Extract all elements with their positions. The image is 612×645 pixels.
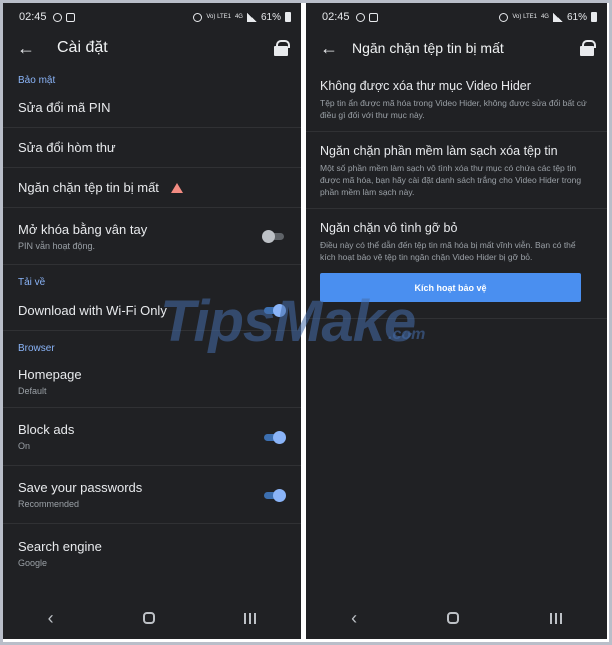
settings-item-sub: PIN vẫn hoạt động. [18,240,96,251]
info-block-uninstall: Ngăn chặn vô tình gỡ bỏ Điều này có thể … [306,209,607,319]
settings-item-pin[interactable]: Sửa đổi mã PIN [3,88,301,128]
info-heading: Không được xóa thư mục Video Hider [320,79,531,93]
gallery-icon [65,12,75,22]
app-bar: ← Ngăn chặn tệp tin bị mất [306,31,607,65]
battery-icon [591,12,597,22]
fingerprint-toggle[interactable] [262,229,286,243]
settings-item-label: Homepage [18,367,82,382]
app-bar: ← Cài đặt [3,31,301,65]
info-heading: Ngăn chặn vô tình gỡ bỏ [320,221,458,235]
info-description: Điều này có thể dẫn đến tệp tin mã hóa b… [320,240,576,262]
info-heading: Ngăn chặn phần mềm làm sạch xóa tệp tin [320,144,558,158]
settings-item-sub: Google [18,557,48,568]
settings-item-fingerprint[interactable]: Mở khóa bằng vân tay PIN vẫn hoạt động. [3,208,301,264]
nav-home-icon[interactable] [142,612,155,624]
settings-item-sub: Default [18,386,47,396]
settings-item-prevent-loss[interactable]: Ngăn chặn tệp tin bị mất [3,168,301,208]
network-label: Vo) LTE1 [512,14,537,20]
block-ads-toggle[interactable] [262,430,286,444]
save-passwords-toggle[interactable] [262,488,286,502]
info-description: Một số phần mềm làm sạch vô tình xóa thư… [320,163,582,197]
settings-item-label: Block ads [18,422,75,437]
notification-icon [52,12,62,22]
gallery-icon [368,12,378,22]
page-title: Cài đặt [57,39,108,56]
settings-item-label: Search engine [18,538,102,554]
nav-home-icon[interactable] [447,612,460,624]
signal-icon [246,12,257,22]
settings-item-wifi-only[interactable]: Download with Wi-Fi Only [3,290,301,330]
settings-item-label: Sửa đổi mã PIN [18,100,111,115]
settings-item-label: Sửa đổi hòm thư [18,140,116,155]
nav-back-icon[interactable]: ‹ [351,608,357,629]
network-type: 4G [540,14,549,20]
nav-back-icon[interactable]: ‹ [48,608,54,629]
network-type: 4G [234,14,243,20]
settings-item-search-engine[interactable]: Search engine Google [3,524,301,582]
info-block-do-not-delete: Không được xóa thư mục Video Hider Tệp t… [306,71,607,132]
settings-item-save-passwords[interactable]: Save your passwords Recommended [3,466,301,524]
info-block-cleaner: Ngăn chặn phần mềm làm sạch xóa tệp tin … [306,132,607,209]
section-header-browser: Browser [3,330,301,356]
activate-protection-button[interactable]: Kích hoạt bảo vệ [320,273,581,302]
warning-icon [170,182,183,193]
settings-item-block-ads[interactable]: Block ads On [3,408,301,466]
section-header-security: Bảo mật [18,75,56,86]
alarm-icon [193,12,203,22]
status-time: 02:45 [322,11,350,23]
page-title: Ngăn chặn tệp tin bị mất [352,40,504,56]
network-label: Vo) LTE1 [206,14,231,20]
signal-icon [552,12,563,22]
settings-item-label: Save your passwords [18,480,143,495]
status-time: 02:45 [19,11,47,23]
settings-item-sub: Recommended [18,499,80,509]
battery-percent: 61% [260,11,281,23]
system-nav-bar: ‹ [3,597,301,639]
lock-icon[interactable] [273,39,290,57]
section-header-download: Tải về [3,264,301,290]
wifi-only-toggle[interactable] [262,303,286,317]
prevent-loss-screen: 02:45 Vo) LTE1 4G 61% ← Ngăn chặn tệp ti… [306,3,607,639]
info-description: Tệp tin ẩn được mã hóa trong Video Hider… [320,98,587,120]
settings-item-label: Ngăn chặn tệp tin bị mất [18,180,159,195]
settings-item-sub: On [18,441,31,451]
battery-percent: 61% [566,11,587,23]
status-bar: 02:45 Vo) LTE1 4G 61% [3,3,301,31]
nav-recents-icon[interactable] [549,612,562,624]
alarm-icon [499,12,509,22]
system-nav-bar: ‹ [306,597,607,639]
settings-item-label: Download with Wi-Fi Only [18,302,167,318]
settings-item-mailbox[interactable]: Sửa đổi hòm thư [3,128,301,168]
battery-icon [285,12,291,22]
back-arrow-icon[interactable]: ← [17,38,47,59]
settings-screen: 02:45 Vo) LTE1 4G 61% ← Cài đặt Bảo mật … [3,3,301,639]
status-bar: 02:45 Vo) LTE1 4G 61% [306,3,607,31]
notification-icon [355,12,365,22]
nav-recents-icon[interactable] [244,612,257,624]
back-arrow-icon[interactable]: ← [320,38,350,59]
settings-item-label: Mở khóa bằng vân tay [18,221,148,237]
settings-item-homepage[interactable]: Homepage Default [3,356,301,408]
lock-icon[interactable] [579,39,596,57]
